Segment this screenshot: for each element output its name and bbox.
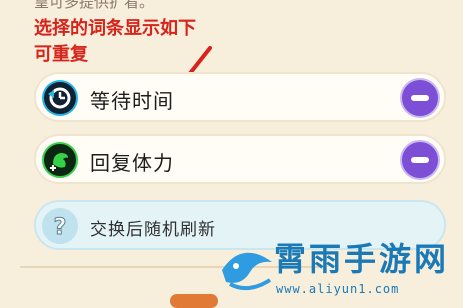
buff-row-wait-time[interactable]: 等待时间 [34, 72, 446, 122]
svg-text:?: ? [54, 215, 67, 240]
bottom-button-partial[interactable] [170, 294, 218, 308]
clock-return-icon [42, 80, 78, 116]
buff-row-label: 回复体力 [90, 151, 174, 175]
watermark-url: www.aliyun1.com [276, 282, 400, 296]
watermark-title: 霄雨手游网 [274, 240, 450, 278]
watermark-logo: 霄雨手游网 www.aliyun1.com [212, 232, 463, 303]
buff-row-stamina-restore[interactable]: 回复体力 [34, 134, 446, 184]
question-icon: ? [42, 208, 78, 244]
watermark-fish-icon [222, 252, 272, 291]
remove-button[interactable] [400, 140, 440, 180]
stamina-restore-icon [42, 142, 78, 178]
buff-row-label: 交换后随机刷新 [90, 220, 216, 240]
remove-button[interactable] [400, 78, 440, 118]
buff-row-label: 等待时间 [90, 89, 174, 113]
